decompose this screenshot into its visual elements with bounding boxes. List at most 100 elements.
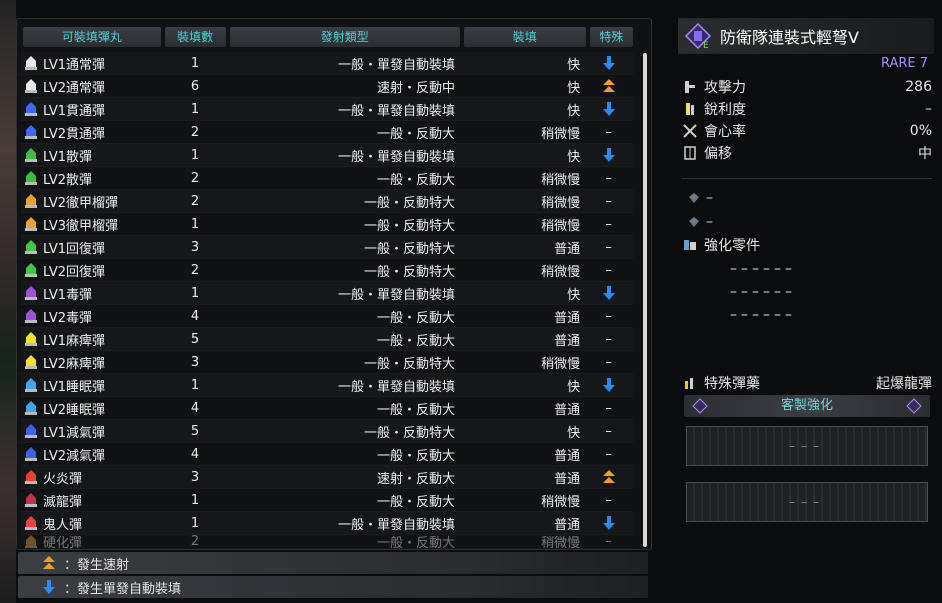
ammo-row[interactable]: 滅龍彈 1 一般・反動大 稍微慢 –: [21, 489, 633, 512]
auto-reload-icon: [602, 102, 615, 116]
ammo-row[interactable]: LV2散彈 2 一般・反動大 稍微慢 –: [21, 167, 633, 190]
ammo-icon: [25, 309, 37, 323]
ammo-row[interactable]: LV1通常彈 1 一般・單發自動裝填 快: [21, 52, 633, 75]
attack-icon: [685, 81, 695, 93]
decoration-gem-icon: [689, 193, 699, 203]
ammo-reload-speed: 快: [567, 103, 581, 119]
header-reload: 裝填: [463, 27, 586, 47]
ammo-row[interactable]: LV1散彈 1 一般・單發自動裝填 快: [21, 144, 633, 167]
custom-gem-icon: [692, 398, 708, 414]
ammo-icon: [25, 355, 37, 369]
ammo-capacity: 1: [190, 101, 200, 117]
decoration-slot-2[interactable]: –: [688, 214, 713, 230]
ammo-row[interactable]: LV2減氣彈 4 一般・反動大 普通 –: [21, 443, 633, 466]
ammo-capacity: 4: [190, 400, 200, 416]
ammo-list-panel: 可裝填彈丸 裝填數 發射類型 裝填 特殊 LV1通常彈 1 一般・單發自動裝填快 LV…: [16, 18, 652, 550]
ammo-icon: [25, 240, 37, 254]
ammo-row[interactable]: LV1貫通彈 1 一般・單發自動裝填 快: [21, 98, 633, 121]
ammo-icon: [25, 171, 37, 185]
header-capacity: 裝填數: [164, 27, 226, 47]
mod-slot-2[interactable]: ––––––: [730, 284, 796, 300]
ammo-row[interactable]: 鬼人彈 1 一般・單發自動裝填 普通: [21, 512, 633, 535]
custom-upgrade-slot-2[interactable]: –––: [686, 482, 928, 522]
ammo-icon: [25, 286, 37, 300]
ammo-row[interactable]: 硬化彈 2 一般・反動大 稍微慢 –: [21, 535, 633, 549]
ammo-row[interactable]: LV2麻痺彈 3 一般・反動特大 稍微慢 –: [21, 351, 633, 374]
mod-slot-1[interactable]: ––––––: [730, 261, 796, 277]
ammo-name: LV2減氣彈: [21, 445, 170, 464]
weapon-name: 防衛隊連裝式輕弩Ⅴ: [720, 28, 859, 47]
ammo-icon: [25, 535, 37, 548]
auto-reload-icon: [602, 148, 615, 162]
custom-upgrade-slot-1[interactable]: –––: [686, 426, 928, 466]
legend-rapid-fire-label: ：發生速射: [64, 557, 130, 573]
ammo-fire-type: 一般・反動大: [376, 172, 455, 188]
special-ammo-icon: [685, 378, 693, 389]
ammo-fire-type: 一般・單發自動裝填: [337, 287, 455, 303]
ammo-icon: [25, 424, 37, 438]
scrollbar-thumb[interactable]: [643, 53, 647, 547]
rapid-fire-icon: [602, 79, 615, 92]
ammo-special: [584, 101, 633, 117]
ammo-reload-speed: 普通: [554, 448, 581, 464]
ammo-row[interactable]: LV1睡眠彈 1 一般・單發自動裝填 快: [21, 374, 633, 397]
ammo-row[interactable]: LV2睡眠彈 4 一般・反動大 普通 –: [21, 397, 633, 420]
mod-slot-3[interactable]: ––––––: [730, 307, 796, 323]
ammo-row[interactable]: LV2貫通彈 2 一般・反動大 稍微慢 –: [21, 121, 633, 144]
ammo-capacity: 3: [190, 239, 200, 255]
ammo-name: LV2麻痺彈: [21, 353, 170, 372]
ammo-row[interactable]: LV2毒彈 4 一般・反動大 普通 –: [21, 305, 633, 328]
ammo-capacity: 2: [190, 193, 200, 209]
ammo-special: –: [605, 400, 612, 416]
ammo-icon: [25, 332, 37, 346]
ammo-name: LV1通常彈: [21, 54, 170, 73]
ammo-row[interactable]: LV1麻痺彈 5 一般・反動大 普通 –: [21, 328, 633, 351]
ammo-reload-speed: 稍微慢: [541, 172, 581, 188]
ammo-fire-type: 一般・單發自動裝填: [337, 57, 455, 73]
weapon-title-bar: E 防衛隊連裝式輕弩Ⅴ: [678, 18, 934, 54]
ammo-row[interactable]: LV2通常彈 6 速射・反動中 快: [21, 75, 633, 98]
stat-sharpness: 銳利度 –: [682, 98, 932, 120]
ammo-reload-speed: 稍微慢: [541, 218, 581, 234]
ammo-name: LV1散彈: [21, 146, 170, 165]
mods-header: 強化零件: [682, 234, 932, 256]
ammo-capacity: 2: [190, 535, 200, 549]
decoration-slot-1[interactable]: –: [688, 190, 713, 206]
ammo-fire-type: 一般・反動大: [376, 536, 455, 549]
ammo-reload-speed: 稍微慢: [541, 536, 581, 549]
ammo-row[interactable]: LV2回復彈 2 一般・反動特大 稍微慢 –: [21, 259, 633, 282]
auto-reload-icon: [43, 580, 55, 594]
ammo-capacity: 1: [190, 147, 200, 163]
ammo-name: LV2徹甲榴彈: [21, 192, 170, 211]
legend-auto-reload-label: ：發生單發自動裝填: [64, 581, 182, 597]
ammo-special: [584, 147, 633, 163]
header-ammo: 可裝填彈丸: [23, 27, 161, 47]
ammo-special: –: [605, 308, 612, 324]
ammo-row[interactable]: LV1減氣彈 5 一般・反動特大 快 –: [21, 420, 633, 443]
ammo-reload-speed: 稍微慢: [541, 494, 581, 510]
ammo-capacity: 2: [190, 170, 200, 186]
affinity-icon: [683, 124, 697, 138]
ammo-table-body: LV1通常彈 1 一般・單發自動裝填快 LV2通常彈 6 速射・反動中快 LV1貫通彈 1 一般…: [21, 52, 633, 549]
auto-reload-icon: [602, 378, 615, 392]
ammo-row[interactable]: 火炎彈 3 速射・反動大 普通: [21, 466, 633, 489]
ammo-special: –: [605, 446, 612, 462]
ammo-fire-type: 一般・單發自動裝填: [337, 517, 455, 533]
decoration-gem-icon: [689, 217, 699, 227]
ammo-row[interactable]: LV1毒彈 1 一般・單發自動裝填 快: [21, 282, 633, 305]
header-fire-type: 發射類型: [229, 27, 460, 47]
ammo-capacity: 3: [190, 469, 200, 485]
ammo-row[interactable]: LV2徹甲榴彈 2 一般・反動特大 稍微慢 –: [21, 190, 633, 213]
ammo-name: LV2睡眠彈: [21, 399, 170, 418]
special-ammo-row: 特殊彈藥 起爆龍彈: [682, 372, 932, 394]
ammo-capacity: 2: [190, 262, 200, 278]
scrollbar-track[interactable]: [643, 53, 647, 547]
ammo-name: LV2貫通彈: [21, 123, 170, 142]
ammo-reload-speed: 稍微慢: [541, 195, 581, 211]
ammo-fire-type: 一般・反動特大: [363, 218, 455, 234]
ammo-row[interactable]: LV3徹甲榴彈 1 一般・反動特大 稍微慢 –: [21, 213, 633, 236]
stat-deviation: 偏移 中: [682, 142, 932, 164]
light-bowgun-icon: E: [684, 22, 712, 50]
ammo-capacity: 1: [190, 377, 200, 393]
ammo-row[interactable]: LV1回復彈 3 一般・反動特大 普通 –: [21, 236, 633, 259]
